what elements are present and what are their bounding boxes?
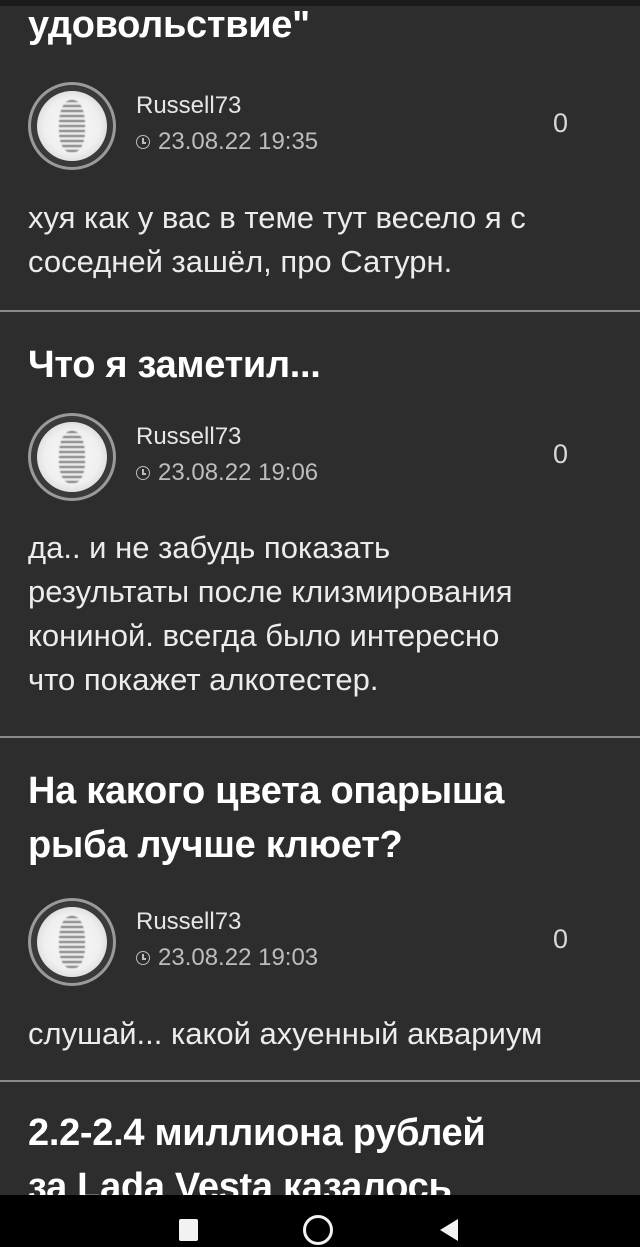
divider — [0, 1080, 640, 1082]
screen: удовольствие" Russell73 23.08.22 19:35 0… — [0, 0, 640, 1247]
avatar-mark — [59, 916, 85, 968]
comment-text-line: соседней зашёл, про Сатурн. — [28, 244, 453, 279]
comment-time-value: 23.08.22 19:06 — [158, 459, 319, 486]
clock-icon — [136, 466, 150, 480]
post-title-line: рыба лучше клюет? — [28, 824, 403, 866]
comment-time-value: 23.08.22 19:35 — [158, 128, 319, 155]
comment-text: да.. и не забудь показать результаты пос… — [28, 526, 618, 702]
circle-icon[interactable] — [303, 1215, 333, 1245]
comment-time: 23.08.22 19:35 — [136, 128, 318, 156]
post-title-line: Что я заметил... — [28, 344, 321, 386]
divider — [0, 736, 640, 738]
comment-text-line: результаты после клизмирования — [28, 574, 513, 609]
post-title-line: 2.2-2.4 миллиона рублей — [28, 1112, 486, 1154]
post-title-line: удовольствие" — [28, 4, 310, 46]
system-nav-bar — [0, 1195, 640, 1247]
avatar-image — [37, 422, 107, 492]
comment-text-line: что покажет алкотестер. — [28, 662, 379, 697]
comment-text-line: да.. и не забудь показать — [28, 530, 391, 565]
post-title[interactable]: удовольствие" — [28, 0, 310, 52]
post-title[interactable]: Что я заметил... — [28, 338, 321, 392]
avatar-image — [37, 907, 107, 977]
comment-rating[interactable]: 0 — [553, 439, 568, 470]
comment-header: Russell73 23.08.22 19:35 0 — [28, 82, 612, 172]
author-name[interactable]: Russell73 — [136, 423, 241, 451]
author-name[interactable]: Russell73 — [136, 92, 241, 120]
avatar-mark — [59, 431, 85, 483]
comment-rating[interactable]: 0 — [553, 108, 568, 139]
post-title[interactable]: На какого цвета опарыша рыба лучше клюет… — [28, 764, 504, 872]
author-name[interactable]: Russell73 — [136, 908, 241, 936]
clock-icon — [136, 951, 150, 965]
divider — [0, 310, 640, 312]
clock-icon — [136, 135, 150, 149]
comment-text-line: хуя как у вас в теме тут весело я с — [28, 200, 526, 235]
comment-header: Russell73 23.08.22 19:03 0 — [28, 898, 612, 988]
post-title-line: На какого цвета опарыша — [28, 770, 505, 812]
avatar-mark — [59, 100, 85, 152]
comment-time-value: 23.08.22 19:03 — [158, 944, 319, 971]
avatar[interactable] — [28, 82, 116, 170]
triangle-back-icon[interactable] — [440, 1219, 458, 1241]
comment-text: хуя как у вас в теме тут весело я с сосе… — [28, 196, 618, 284]
avatar-image — [37, 91, 107, 161]
square-icon[interactable] — [179, 1219, 198, 1241]
avatar[interactable] — [28, 898, 116, 986]
comment-time: 23.08.22 19:03 — [136, 944, 318, 972]
avatar[interactable] — [28, 413, 116, 501]
comment-rating[interactable]: 0 — [553, 924, 568, 955]
comment-header: Russell73 23.08.22 19:06 0 — [28, 413, 612, 503]
comment-text-line: слушай... какой ахуенный аквариум — [28, 1016, 543, 1051]
comment-text: слушай... какой ахуенный аквариум — [28, 1012, 618, 1056]
comment-time: 23.08.22 19:06 — [136, 459, 318, 487]
comment-text-line: кониной. всегда было интересно — [28, 618, 500, 653]
